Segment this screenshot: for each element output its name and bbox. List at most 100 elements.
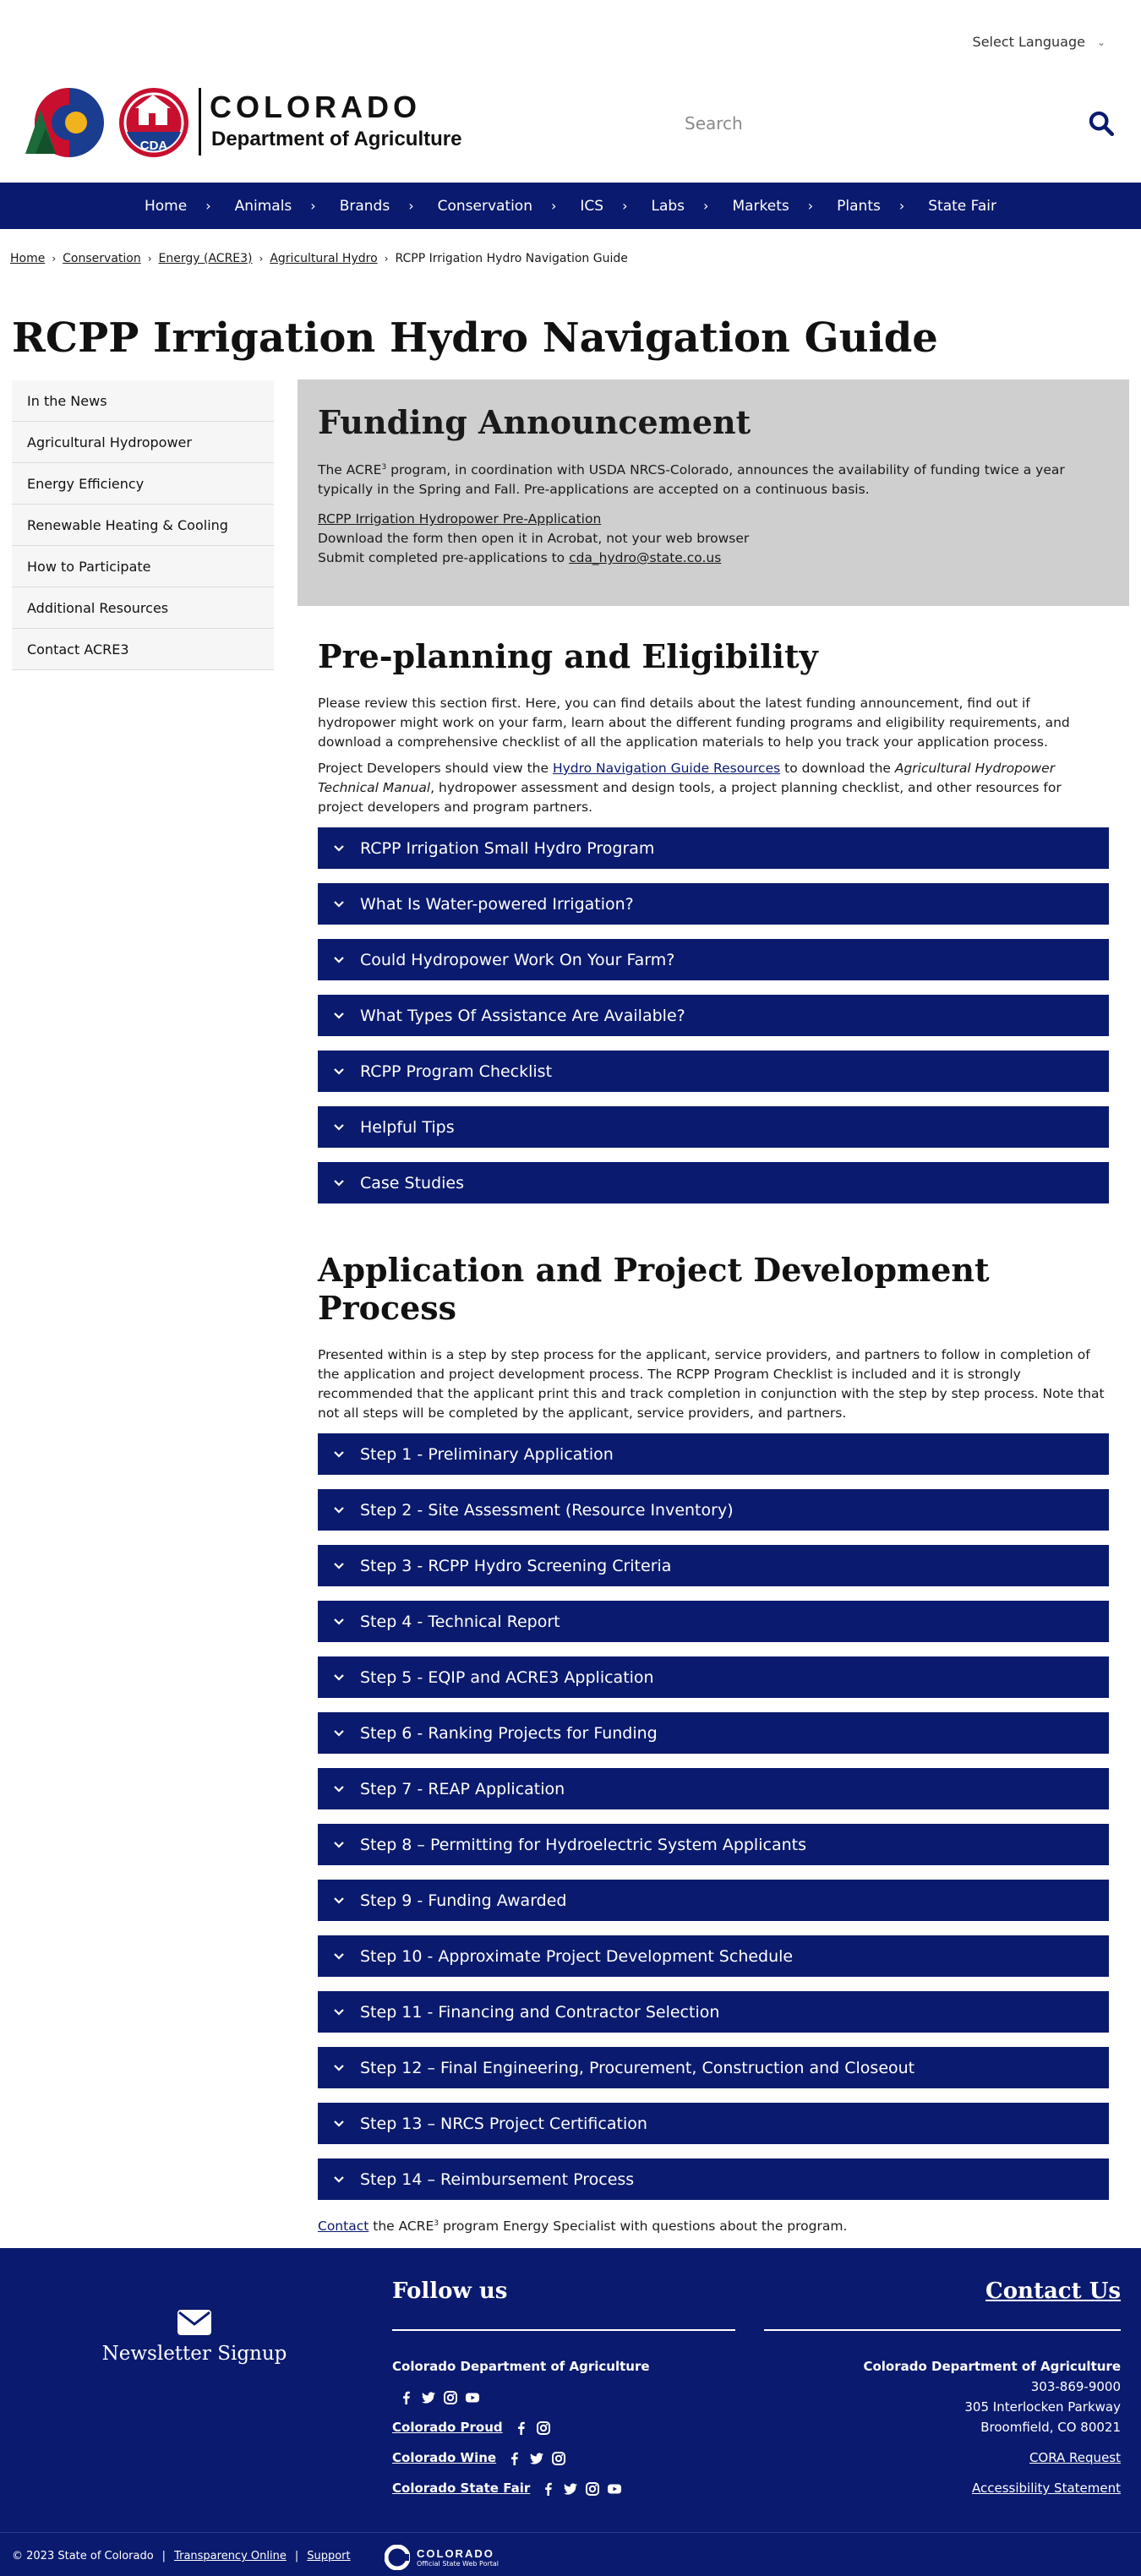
preplanning-section: Pre-planning and Eligibility Please revi… — [318, 637, 1109, 1218]
accordion-label: What Types Of Assistance Are Available? — [360, 1006, 685, 1025]
preplanning-accordion-item[interactable]: Could Hydropower Work On Your Farm? — [318, 939, 1109, 980]
preplanning-accordion: RCPP Irrigation Small Hydro Program What … — [318, 827, 1109, 1203]
nav-item-home[interactable]: Home › — [145, 198, 211, 215]
instagram-icon[interactable] — [536, 2420, 551, 2436]
address-street: 305 Interlocken Parkway — [964, 2399, 1121, 2415]
application-accordion-item[interactable]: Step 1 - Preliminary Application — [318, 1433, 1109, 1475]
language-select[interactable]: Select Language ⌄ — [973, 34, 1106, 50]
sidebar-item-additional-resources[interactable]: Additional Resources — [12, 587, 274, 629]
twitter-icon[interactable] — [529, 2451, 544, 2466]
application-accordion-item[interactable]: Step 5 - EQIP and ACRE3 Application — [318, 1656, 1109, 1698]
search-bar[interactable]: Search — [685, 106, 1116, 140]
application-accordion-item[interactable]: Step 12 – Final Engineering, Procurement… — [318, 2047, 1109, 2088]
nav-item-ics[interactable]: ICS › — [580, 198, 627, 215]
application-accordion-item[interactable]: Step 4 - Technical Report — [318, 1601, 1109, 1642]
breadcrumb-conservation[interactable]: Conservation — [63, 252, 141, 265]
preplanning-accordion-item[interactable]: What Is Water-powered Irrigation? — [318, 883, 1109, 925]
application-accordion-item[interactable]: Step 6 - Ranking Projects for Funding — [318, 1712, 1109, 1754]
nav-label: Home — [144, 197, 188, 215]
application-accordion-item[interactable]: Step 14 – Reimbursement Process — [318, 2158, 1109, 2200]
newsletter-signup[interactable]: Newsletter Signup — [85, 2309, 304, 2365]
twitter-icon[interactable] — [563, 2481, 578, 2497]
account-link[interactable]: Colorado Wine — [392, 2450, 496, 2465]
address-phone: 303-869-9000 — [1030, 2379, 1121, 2394]
facebook-icon[interactable] — [507, 2451, 522, 2466]
chevron-down-icon — [334, 1123, 344, 1131]
application-section: Application and Project Development Proc… — [318, 1251, 1109, 2236]
funding-link-line: RCPP Irrigation Hydropower Pre-Applicati… — [318, 510, 1109, 529]
nav-item-conservation[interactable]: Conservation › — [438, 198, 557, 215]
application-accordion-item[interactable]: Step 3 - RCPP Hydro Screening Criteria — [318, 1545, 1109, 1586]
application-accordion-item[interactable]: Step 13 – NRCS Project Certification — [318, 2103, 1109, 2144]
chevron-right-icon: › — [898, 198, 905, 214]
transparency-link[interactable]: Transparency Online — [174, 2550, 287, 2562]
application-accordion-item[interactable]: Step 11 - Financing and Contractor Selec… — [318, 1991, 1109, 2033]
sidebar-item-in-the-news[interactable]: In the News — [12, 380, 274, 422]
nav-label: Markets — [732, 197, 789, 215]
search-input[interactable]: Search — [685, 113, 1087, 134]
facebook-icon[interactable] — [399, 2390, 414, 2405]
chevron-down-icon — [334, 2008, 344, 2016]
logo-subtitle: Department of Agriculture — [211, 128, 462, 150]
accordion-label: Step 6 - Ranking Projects for Funding — [360, 1723, 658, 1743]
nav-label: State Fair — [928, 197, 997, 215]
nav-item-brands[interactable]: Brands › — [340, 198, 414, 215]
youtube-icon[interactable] — [465, 2390, 480, 2405]
application-accordion-item[interactable]: Step 2 - Site Assessment (Resource Inven… — [318, 1489, 1109, 1531]
application-accordion-item[interactable]: Step 7 - REAP Application — [318, 1768, 1109, 1809]
contact-us-link[interactable]: Contact Us — [985, 2279, 1121, 2304]
accordion-label: Helpful Tips — [360, 1117, 455, 1137]
chevron-right-icon: › — [205, 198, 211, 214]
sidebar-item-contact-acre3[interactable]: Contact ACRE3 — [12, 629, 274, 670]
contact-link[interactable]: Contact — [318, 2219, 369, 2234]
resources-link[interactable]: Hydro Navigation Guide Resources — [553, 761, 780, 776]
application-accordion-item[interactable]: Step 10 - Approximate Project Developmen… — [318, 1935, 1109, 1977]
nav-item-markets[interactable]: Markets › — [732, 198, 813, 215]
cora-request-link[interactable]: CORA Request — [1029, 2450, 1121, 2465]
twitter-icon[interactable] — [421, 2390, 436, 2405]
application-accordion-item[interactable]: Step 9 - Funding Awarded — [318, 1880, 1109, 1921]
accordion-label: Step 13 – NRCS Project Certification — [360, 2114, 647, 2133]
preplanning-accordion-item[interactable]: What Types Of Assistance Are Available? — [318, 995, 1109, 1036]
sidebar-item-renewable-heating[interactable]: Renewable Heating & Cooling — [12, 505, 274, 546]
email-link[interactable]: cda_hydro@state.co.us — [569, 550, 721, 565]
nav-item-animals[interactable]: Animals › — [235, 198, 316, 215]
account-link[interactable]: Colorado State Fair — [392, 2480, 530, 2496]
preplanning-accordion-item[interactable]: Helpful Tips — [318, 1106, 1109, 1148]
follow-title: Follow us — [392, 2279, 508, 2304]
accessibility-link[interactable]: Accessibility Statement — [972, 2480, 1121, 2496]
sidebar-item-agricultural-hydropower[interactable]: Agricultural Hydropower — [12, 422, 274, 463]
facebook-icon[interactable] — [541, 2481, 556, 2497]
application-title: Application and Project Development Proc… — [318, 1251, 990, 1327]
nav-item-plants[interactable]: Plants › — [837, 198, 904, 215]
instagram-icon[interactable] — [443, 2390, 458, 2405]
accordion-label: Step 1 - Preliminary Application — [360, 1444, 614, 1464]
breadcrumb-energy[interactable]: Energy (ACRE3) — [159, 252, 253, 265]
chevron-right-icon: › — [551, 198, 557, 214]
colorado-logo-icon: CDA — [25, 88, 188, 157]
application-accordion-item[interactable]: Step 8 – Permitting for Hydroelectric Sy… — [318, 1824, 1109, 1865]
state-portal-logo[interactable]: COLORADO Official State Web Portal — [385, 2545, 499, 2570]
chevron-down-icon: ⌄ — [1096, 35, 1106, 48]
breadcrumb-agricultural-hydro[interactable]: Agricultural Hydro — [270, 252, 377, 265]
application-accordion: Step 1 - Preliminary Application Step 2 -… — [318, 1433, 1109, 2200]
nav-item-labs[interactable]: Labs › — [652, 198, 709, 215]
youtube-icon[interactable] — [607, 2481, 622, 2497]
account-link[interactable]: Colorado Proud — [392, 2420, 503, 2435]
instagram-icon[interactable] — [551, 2451, 566, 2466]
pre-application-link[interactable]: RCPP Irrigation Hydropower Pre-Applicati… — [318, 511, 601, 527]
sidebar-item-energy-efficiency[interactable]: Energy Efficiency — [12, 463, 274, 505]
preplanning-accordion-item[interactable]: Case Studies — [318, 1162, 1109, 1203]
preplanning-title: Pre-planning and Eligibility — [318, 637, 818, 675]
instagram-icon[interactable] — [585, 2481, 600, 2497]
breadcrumb-home[interactable]: Home — [10, 252, 45, 265]
support-link[interactable]: Support — [307, 2550, 350, 2562]
search-icon[interactable] — [1087, 109, 1116, 138]
facebook-icon[interactable] — [514, 2420, 529, 2436]
sidebar-item-how-to-participate[interactable]: How to Participate — [12, 546, 274, 587]
preplanning-accordion-item[interactable]: RCPP Irrigation Small Hydro Program — [318, 827, 1109, 869]
preplanning-accordion-item[interactable]: RCPP Program Checklist — [318, 1051, 1109, 1092]
accordion-label: Step 2 - Site Assessment (Resource Inven… — [360, 1500, 734, 1520]
nav-item-state-fair[interactable]: State Fair — [928, 198, 996, 215]
chevron-down-icon — [334, 1450, 344, 1458]
